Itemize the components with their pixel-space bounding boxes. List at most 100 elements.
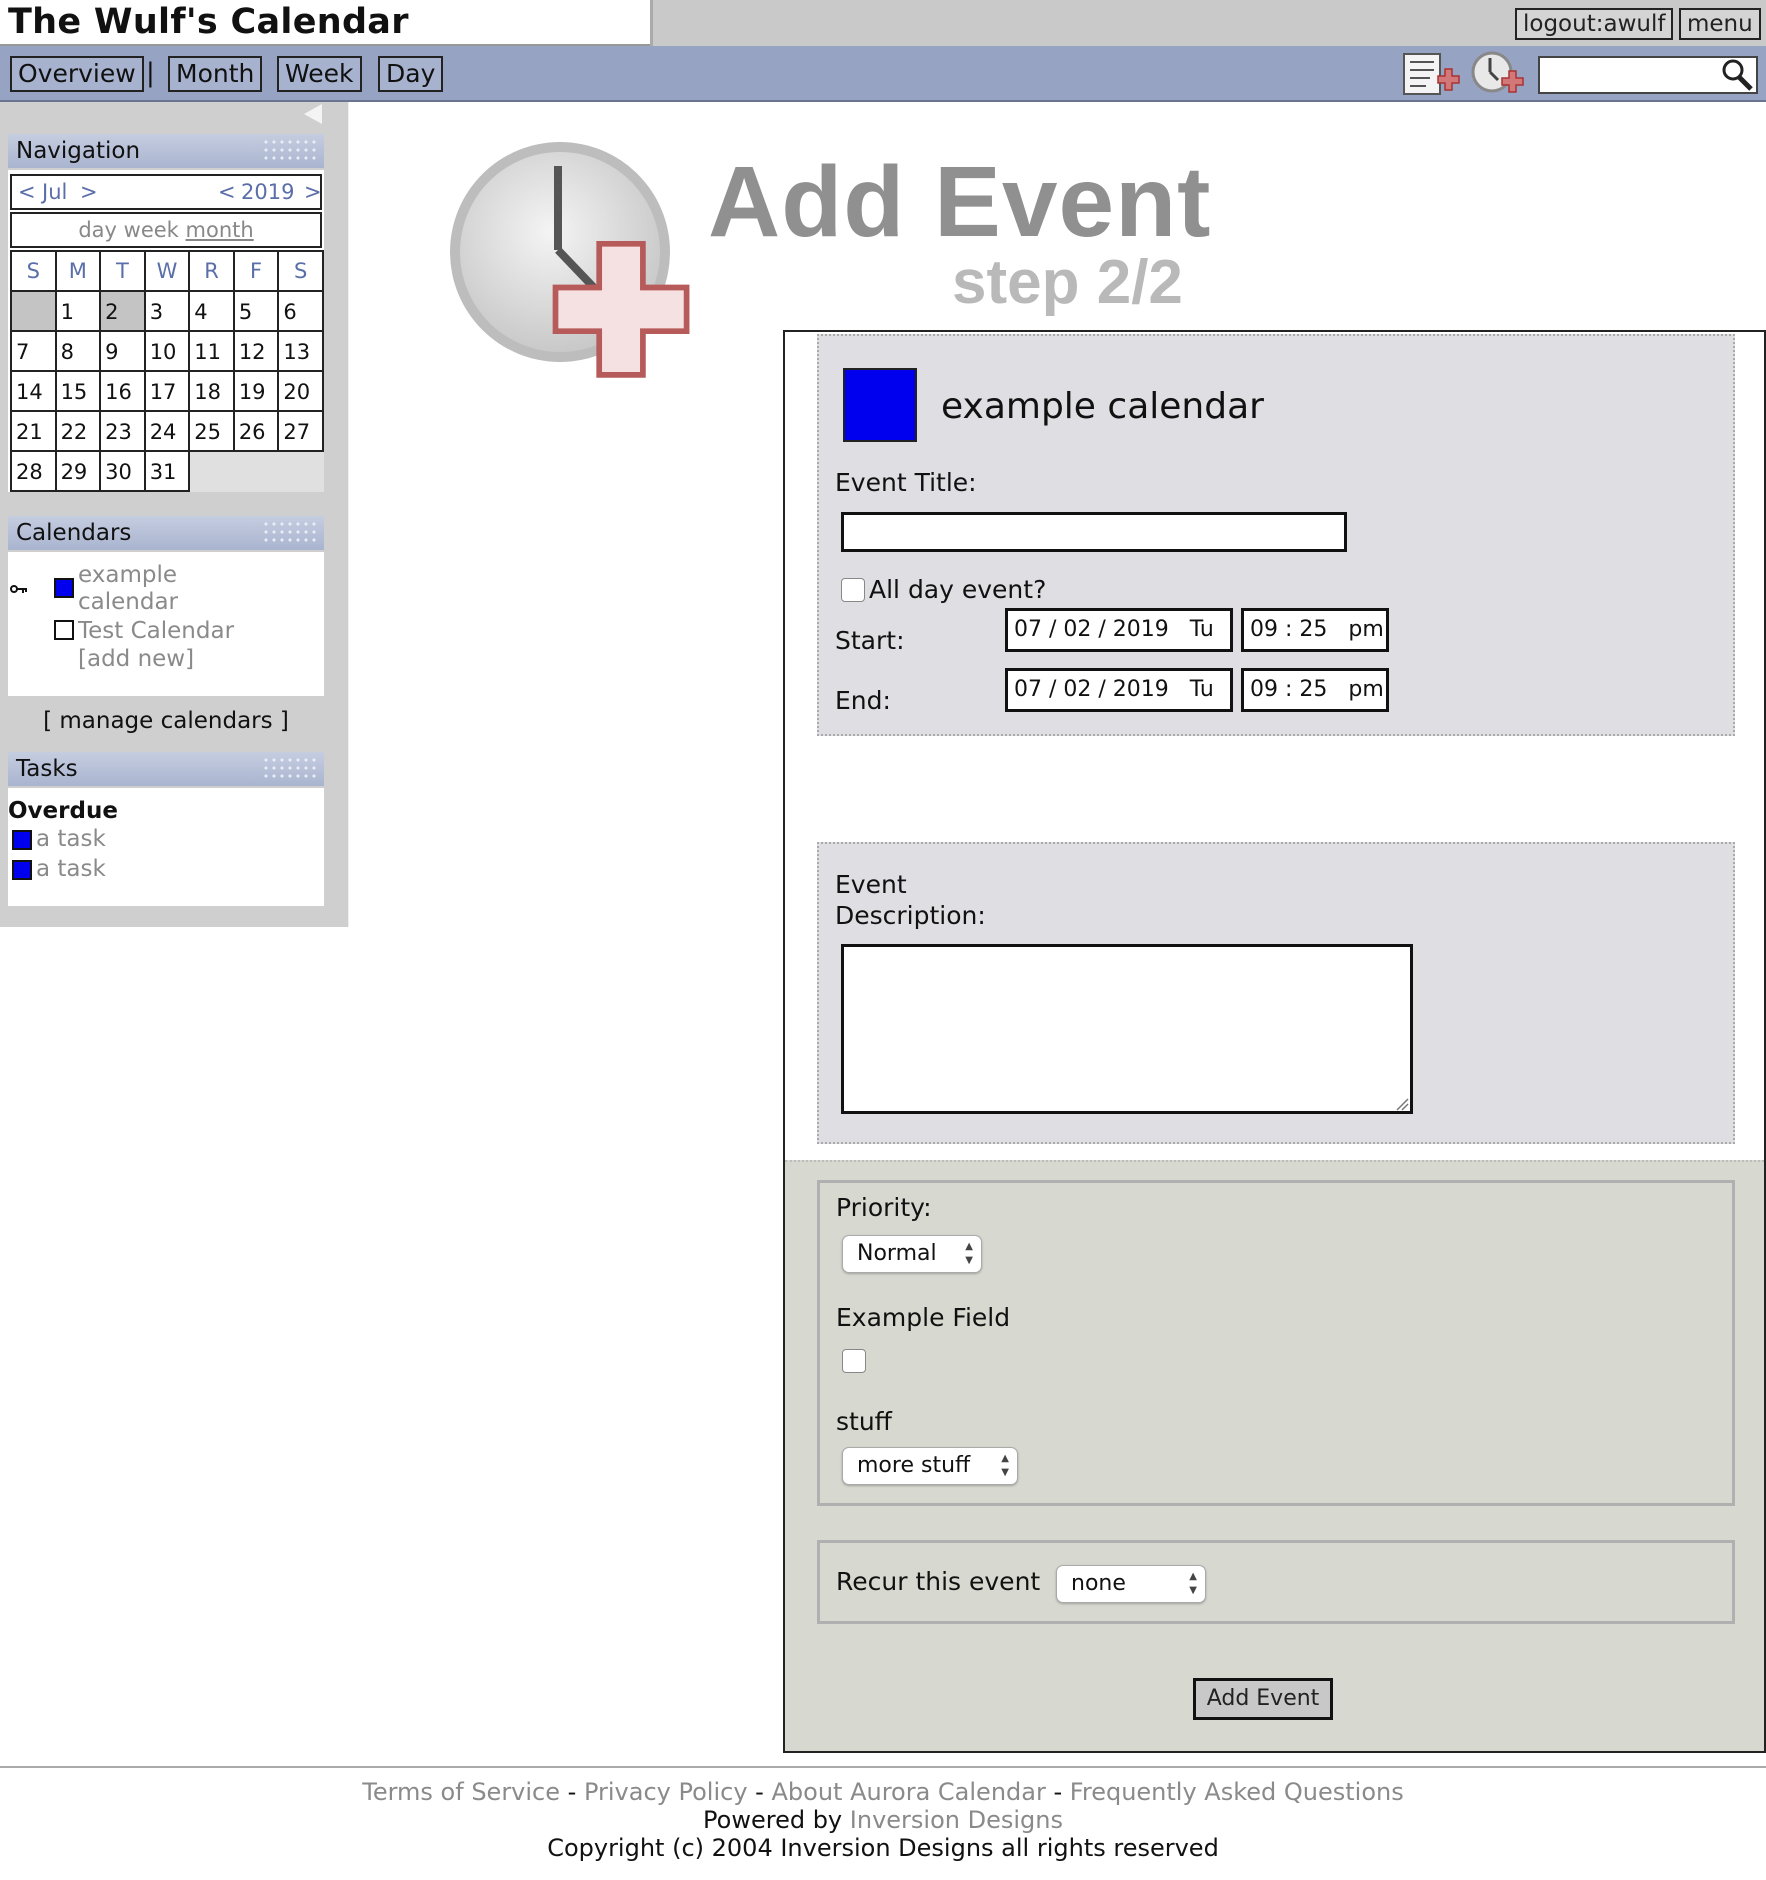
drag-grip-icon[interactable]: [262, 520, 320, 546]
day-cell[interactable]: 19: [232, 370, 280, 412]
day-cell[interactable]: 10: [143, 330, 191, 372]
overview-button[interactable]: Overview: [10, 56, 144, 92]
add-event-submit-button[interactable]: Add Event: [1193, 1678, 1333, 1720]
empty-day-cell: [232, 450, 280, 492]
day-cell[interactable]: 22: [54, 410, 102, 452]
day-cell[interactable]: 1: [54, 290, 102, 332]
event-details-section: example calendar Event Title: All day ev…: [817, 334, 1735, 736]
prev-month-link[interactable]: <: [18, 176, 36, 208]
all-day-checkbox[interactable]: [841, 578, 865, 602]
day-cell[interactable]: 13: [277, 330, 324, 372]
search-icon[interactable]: [1718, 56, 1756, 94]
event-title-input[interactable]: [841, 512, 1347, 552]
task-item[interactable]: a task: [36, 856, 106, 882]
month-grid: S M T W R F S 1 2 3 4 5 6 7 8 9 10 11 12 13 14 15 16 17 18 19 20 21…: [10, 250, 324, 492]
day-cell[interactable]: 14: [10, 370, 57, 412]
day-cell[interactable]: 6: [277, 290, 324, 332]
add-event-icon[interactable]: [1468, 50, 1528, 100]
day-cell[interactable]: 27: [277, 410, 324, 452]
day-cell[interactable]: 15: [54, 370, 102, 412]
day-cell[interactable]: 16: [99, 370, 146, 412]
next-month-link[interactable]: >: [80, 176, 98, 208]
day-cell[interactable]: 29: [54, 450, 102, 492]
resize-handle-icon[interactable]: [1395, 1096, 1409, 1111]
example-field-checkbox[interactable]: [842, 1349, 866, 1373]
inversion-designs-link[interactable]: Inversion Designs: [850, 1806, 1063, 1834]
add-task-icon[interactable]: [1400, 50, 1460, 100]
about-link[interactable]: About Aurora Calendar: [771, 1778, 1045, 1806]
drag-grip-icon[interactable]: [262, 138, 320, 164]
logout-button[interactable]: logout:awulf: [1515, 8, 1674, 40]
add-event-form: example calendar Event Title: All day ev…: [783, 330, 1766, 1753]
faq-link[interactable]: Frequently Asked Questions: [1070, 1778, 1404, 1806]
day-cell[interactable]: 8: [54, 330, 102, 372]
view-nav-bar: Overview | Month Week Day: [0, 46, 1766, 102]
day-cell[interactable]: 17: [143, 370, 191, 412]
day-cell[interactable]: 11: [188, 330, 235, 372]
terms-link[interactable]: Terms of Service: [362, 1778, 560, 1806]
recur-value: none: [1071, 1571, 1126, 1596]
day-cell[interactable]: 24: [143, 410, 191, 452]
calendar-color-swatch[interactable]: [54, 620, 74, 640]
tasks-box-header[interactable]: Tasks: [8, 752, 324, 786]
top-actions-bar: logout:awulf menu: [650, 0, 1766, 46]
recur-select[interactable]: none ▲ ▼: [1056, 1565, 1206, 1603]
day-cell[interactable]: 18: [188, 370, 235, 412]
priority-select[interactable]: Normal ▲ ▼: [842, 1235, 982, 1273]
year-label[interactable]: 2019: [241, 176, 294, 208]
view-week-link[interactable]: week: [124, 218, 179, 242]
day-button[interactable]: Day: [378, 56, 444, 92]
next-year-link[interactable]: >: [304, 176, 322, 208]
drag-grip-icon[interactable]: [262, 756, 320, 782]
menu-button[interactable]: menu: [1679, 8, 1761, 40]
day-cell[interactable]: 3: [143, 290, 191, 332]
day-cell[interactable]: 26: [232, 410, 280, 452]
sidebar-edge: [348, 102, 388, 927]
day-cell[interactable]: 30: [99, 450, 146, 492]
footer-separator: -: [755, 1778, 764, 1806]
task-item[interactable]: a task: [36, 826, 106, 852]
description-textarea[interactable]: [841, 944, 1413, 1114]
calendar-item-test[interactable]: Test Calendar: [78, 618, 234, 644]
day-cell[interactable]: 23: [99, 410, 146, 452]
description-label-line1: Event: [835, 870, 907, 899]
week-row: 28 29 30 31: [10, 450, 324, 492]
navigation-box-header[interactable]: Navigation: [8, 134, 324, 168]
manage-calendars-link[interactable]: [ manage calendars ]: [0, 708, 332, 734]
priority-value: Normal: [857, 1241, 937, 1266]
mini-calendar: < Jul > < 2019 > day week month SMTWRFS1…: [8, 170, 324, 492]
collapse-sidebar-icon[interactable]: [304, 104, 322, 124]
day-cell[interactable]: 5: [232, 290, 280, 332]
end-label: End:: [835, 686, 891, 715]
calendar-color-swatch[interactable]: [54, 578, 74, 598]
add-calendar-link[interactable]: [add new]: [78, 646, 194, 672]
month-label[interactable]: Jul: [42, 176, 67, 208]
day-cell[interactable]: 21: [10, 410, 57, 452]
day-cell-today[interactable]: 2: [99, 290, 146, 332]
week-row: 123456: [10, 290, 324, 332]
day-cell[interactable]: 28: [10, 450, 57, 492]
view-day-link[interactable]: day: [78, 218, 117, 242]
day-cell[interactable]: 20: [277, 370, 324, 412]
month-button[interactable]: Month: [168, 56, 263, 92]
view-month-link[interactable]: month: [186, 218, 254, 242]
week-button[interactable]: Week: [277, 56, 362, 92]
tasks-title: Tasks: [16, 756, 78, 782]
day-cell[interactable]: 7: [10, 330, 57, 372]
task-color-swatch: [12, 860, 32, 880]
day-cell[interactable]: 31: [143, 450, 191, 492]
privacy-link[interactable]: Privacy Policy: [584, 1778, 748, 1806]
end-time-input[interactable]: 09 : 25 pm: [1241, 668, 1389, 712]
add-event-clock-icon: [446, 138, 718, 408]
calendar-item-example[interactable]: example calendar: [78, 562, 238, 616]
prev-year-link[interactable]: <: [218, 176, 236, 208]
end-date-input[interactable]: 07 / 02 / 2019 Tu: [1005, 668, 1233, 712]
day-cell[interactable]: 25: [188, 410, 235, 452]
start-time-input[interactable]: 09 : 25 pm: [1241, 608, 1389, 652]
calendars-box-header[interactable]: Calendars: [8, 516, 324, 550]
day-cell[interactable]: 4: [188, 290, 235, 332]
start-date-input[interactable]: 07 / 02 / 2019 Tu: [1005, 608, 1233, 652]
stuff-select[interactable]: more stuff ▲ ▼: [842, 1447, 1018, 1485]
day-cell[interactable]: 12: [232, 330, 280, 372]
day-cell[interactable]: 9: [99, 330, 146, 372]
